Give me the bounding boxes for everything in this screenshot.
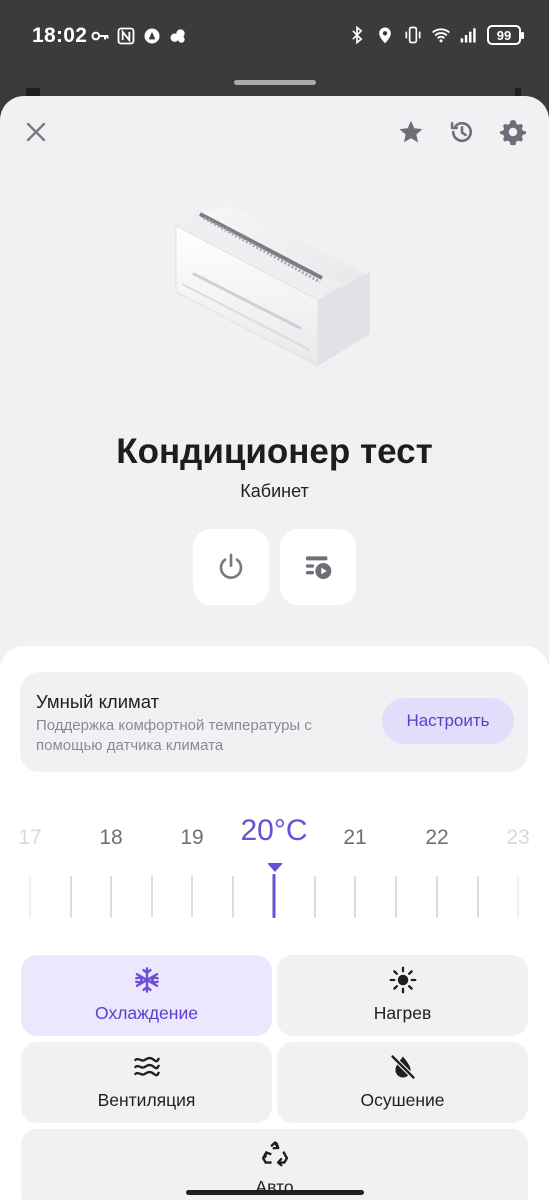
drop-off-icon	[390, 1054, 415, 1080]
mode-label: Осушение	[360, 1090, 445, 1110]
history-button[interactable]	[446, 116, 478, 148]
ruler-tick	[517, 876, 519, 918]
ruler-tick	[477, 876, 479, 918]
temperature-value[interactable]: 19	[180, 826, 203, 850]
ruler-tick	[395, 876, 397, 918]
ruler-tick	[314, 876, 316, 918]
location-icon	[379, 27, 391, 44]
battery-indicator: 99	[487, 25, 524, 45]
ruler-tick	[29, 876, 31, 918]
mode-label: Нагрев	[373, 1003, 432, 1023]
smart-climate-setup-button[interactable]: Настроить	[382, 698, 514, 744]
bluetooth-icon	[352, 25, 363, 45]
sheet-drag-handle[interactable]	[234, 80, 316, 85]
signal-icon	[460, 28, 476, 43]
smart-climate-title: Умный климат	[36, 691, 160, 712]
recycle-icon	[261, 1141, 288, 1167]
mode-heating-button[interactable]: Нагрев	[277, 955, 528, 1036]
ruler-tick	[110, 876, 112, 918]
temperature-ruler[interactable]	[0, 874, 549, 918]
ruler-tick	[232, 876, 234, 918]
alice-icon	[144, 28, 160, 44]
control-panel: Умный климат Поддержка комфортной темпер…	[0, 646, 549, 1200]
scenario-icon	[306, 556, 332, 579]
ruler-tick	[436, 876, 438, 918]
sun-icon	[389, 966, 416, 994]
close-icon	[26, 122, 46, 142]
mode-label: Охлаждение	[95, 1003, 198, 1023]
air-conditioner-icon	[175, 206, 370, 367]
mode-label: Вентиляция	[97, 1090, 196, 1110]
wifi-icon	[432, 28, 450, 43]
device-room: Кабинет	[240, 481, 309, 501]
mode-dry-button[interactable]: Осушение	[277, 1042, 528, 1123]
history-icon	[450, 121, 472, 143]
current-temperature: 20°C	[240, 814, 308, 847]
mode-cooling-button[interactable]: Охлаждение	[21, 955, 272, 1036]
status-bar: 18:02 99	[0, 0, 549, 72]
ruler-tick-current	[272, 874, 276, 918]
background-peek	[26, 88, 40, 96]
ruler-tick	[70, 876, 72, 918]
temperature-value[interactable]: 22	[425, 826, 448, 850]
gear-icon	[500, 120, 526, 146]
snowflake-icon	[134, 967, 159, 993]
power-icon	[219, 553, 243, 579]
device-title: Кондиционер тест	[116, 432, 433, 471]
temperature-marker	[267, 863, 283, 872]
ruler-tick	[151, 876, 153, 918]
cloud-icon	[170, 29, 185, 43]
ruler-tick	[354, 876, 356, 918]
scenario-button[interactable]	[280, 529, 356, 605]
home-indicator[interactable]	[186, 1190, 364, 1195]
power-button[interactable]	[193, 529, 269, 605]
wind-icon	[133, 1056, 160, 1077]
temperature-value[interactable]: 17	[18, 826, 41, 850]
temperature-scale[interactable]: 17 18 19 20°C 21 22 23	[0, 814, 549, 864]
ruler-tick	[191, 876, 193, 918]
temperature-value[interactable]: 23	[506, 826, 529, 850]
vibrate-icon	[405, 26, 421, 44]
nfc-icon	[117, 27, 135, 45]
smart-climate-card: Умный климат Поддержка комфортной темпер…	[20, 672, 528, 772]
temperature-value[interactable]: 21	[343, 826, 366, 850]
smart-climate-description: Поддержка комфортной температуры с помощ…	[36, 717, 312, 754]
mode-ventilation-button[interactable]: Вентиляция	[21, 1042, 272, 1123]
key-icon	[91, 31, 109, 41]
temperature-value[interactable]: 18	[99, 826, 122, 850]
status-time: 18:02	[32, 24, 88, 47]
star-icon	[399, 120, 423, 143]
background-peek	[515, 88, 521, 96]
settings-button[interactable]	[497, 116, 529, 148]
close-button[interactable]	[20, 116, 52, 148]
favorite-button[interactable]	[395, 116, 427, 148]
